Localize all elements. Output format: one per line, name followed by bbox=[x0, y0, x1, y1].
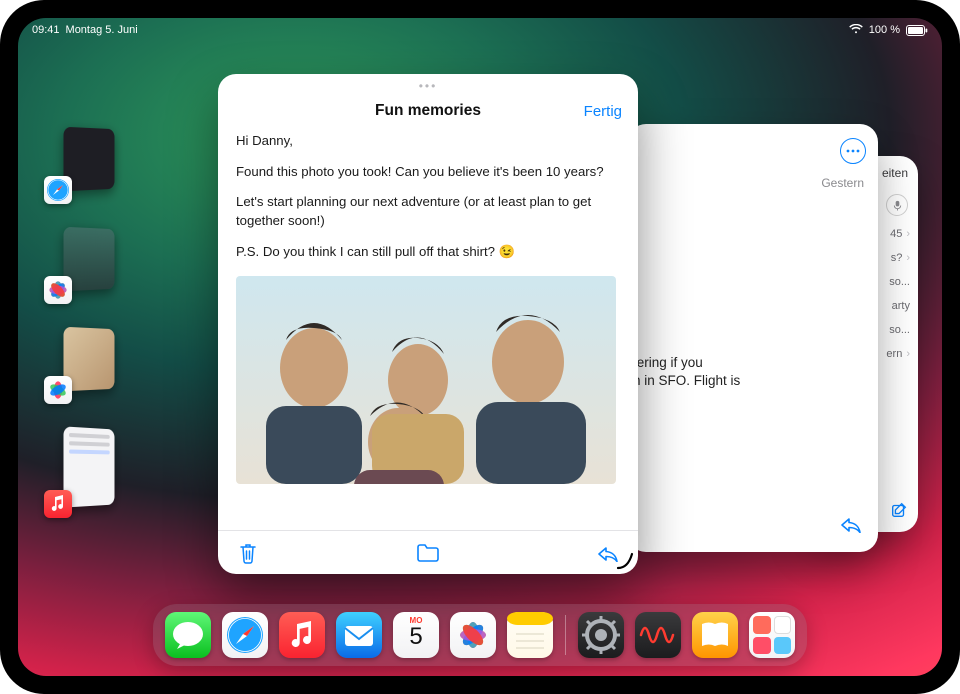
wifi-icon bbox=[849, 24, 863, 37]
status-bar: 09:41 Montag 5. Juni 100 % bbox=[18, 18, 942, 38]
dock-separator bbox=[565, 615, 566, 655]
stage-item-music[interactable] bbox=[46, 428, 124, 512]
done-button[interactable]: Fertig bbox=[584, 103, 622, 120]
calendar-day: 5 bbox=[409, 625, 422, 649]
dock-app-shortcut-editor[interactable] bbox=[749, 612, 795, 658]
dock-app-messages[interactable] bbox=[165, 612, 211, 658]
ellipsis-circle-icon[interactable] bbox=[840, 138, 866, 164]
window-move-handle-icon[interactable]: ••• bbox=[419, 79, 438, 93]
mail-header: Fun memories Fertig bbox=[218, 93, 638, 130]
device-frame: 09:41 Montag 5. Juni 100 % bbox=[0, 0, 960, 694]
dock-app-safari[interactable] bbox=[222, 612, 268, 658]
mail-body[interactable]: Hi Danny, Found this photo you took! Can… bbox=[218, 130, 638, 530]
mail-subject: Fun memories bbox=[375, 102, 481, 120]
reply-icon[interactable] bbox=[840, 515, 862, 538]
mail-greeting: Hi Danny, bbox=[236, 132, 620, 151]
mail-toolbar bbox=[218, 530, 638, 574]
dock-app-settings[interactable] bbox=[578, 612, 624, 658]
stage-item-photo-thumb[interactable] bbox=[46, 328, 124, 398]
compose-icon[interactable] bbox=[890, 501, 908, 522]
mail-paragraph: Let's start planning our next adventure … bbox=[236, 193, 620, 230]
battery-percent: 100 % bbox=[869, 24, 900, 36]
dock-app-notes[interactable] bbox=[507, 612, 553, 658]
stage-manager-strip bbox=[46, 128, 124, 512]
battery-icon bbox=[906, 25, 928, 36]
status-date: Montag 5. Juni bbox=[66, 24, 138, 36]
dock-app-books[interactable] bbox=[692, 612, 738, 658]
stage-item-safari[interactable] bbox=[46, 128, 124, 198]
mic-icon[interactable] bbox=[886, 194, 908, 216]
mail-paragraph: P.S. Do you think I can still pull off t… bbox=[236, 243, 620, 262]
trash-icon[interactable] bbox=[236, 541, 260, 565]
bg-body-fragment: ...dering if you ...m in SFO. Flight is bbox=[618, 354, 798, 390]
photos-icon bbox=[44, 376, 72, 404]
dock-app-photos[interactable] bbox=[450, 612, 496, 658]
resize-handle-icon[interactable] bbox=[614, 550, 634, 570]
folder-icon[interactable] bbox=[416, 541, 440, 565]
safari-icon bbox=[44, 176, 72, 204]
mail-attached-photo[interactable] bbox=[236, 276, 616, 484]
photos-icon bbox=[44, 276, 72, 304]
screen: 09:41 Montag 5. Juni 100 % bbox=[18, 18, 942, 676]
dock-app-calendar[interactable]: MO 5 bbox=[393, 612, 439, 658]
dock: MO 5 bbox=[153, 604, 807, 666]
dock-app-voice-memos[interactable] bbox=[635, 612, 681, 658]
mail-window[interactable]: ••• Fun memories Fertig Hi Danny, Found … bbox=[218, 74, 638, 574]
stage-item-photos[interactable] bbox=[46, 228, 124, 298]
bg-list-title-fragment: eiten bbox=[882, 166, 908, 180]
dock-app-mail[interactable] bbox=[336, 612, 382, 658]
music-icon bbox=[44, 490, 72, 518]
bg-message-window[interactable]: Gestern bbox=[628, 124, 878, 552]
mail-paragraph: Found this photo you took! Can you belie… bbox=[236, 163, 620, 182]
status-time: 09:41 bbox=[32, 24, 60, 36]
bg-timestamp: Gestern bbox=[821, 176, 864, 190]
dock-app-music[interactable] bbox=[279, 612, 325, 658]
